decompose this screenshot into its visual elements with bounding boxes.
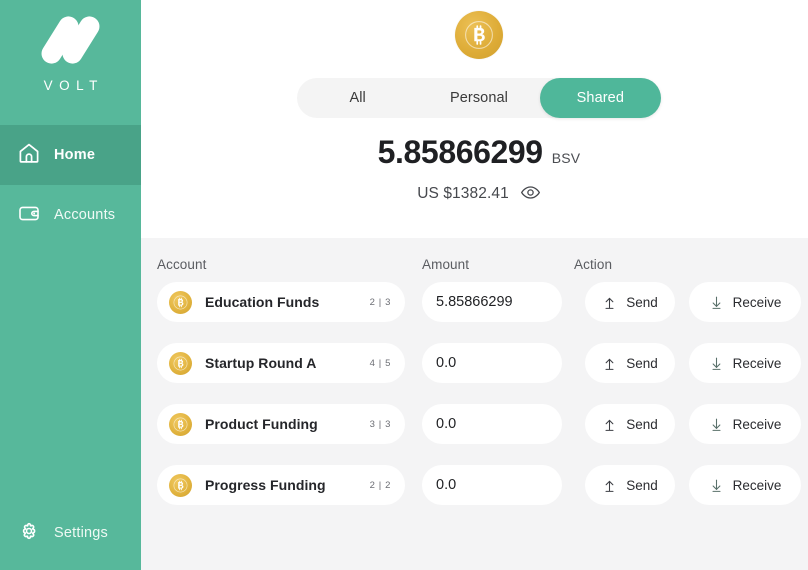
arrow-down-receive-icon — [709, 295, 724, 310]
arrow-up-send-icon — [602, 417, 617, 432]
sidebar-item-accounts[interactable]: Accounts — [0, 185, 141, 245]
account-chip[interactable]: Startup Round A 4 | 5 — [157, 343, 405, 383]
arrow-up-send-icon — [602, 478, 617, 493]
account-name: Education Funds — [205, 294, 320, 310]
account-chip[interactable]: Education Funds 2 | 3 — [157, 282, 405, 322]
brand: VOLT — [0, 0, 141, 93]
sidebar-item-accounts-label: Accounts — [54, 207, 116, 223]
gear-icon — [17, 519, 41, 548]
account-signers-badge: 2 | 2 — [369, 479, 391, 491]
bitcoin-coin-icon — [169, 412, 192, 436]
volt-slashes-icon — [32, 12, 110, 68]
receive-button[interactable]: Receive — [689, 465, 801, 505]
send-label: Send — [626, 294, 658, 310]
app-window: VOLT Home Accounts Settings All Personal… — [0, 0, 808, 570]
amount-field[interactable]: 0.0 — [422, 404, 562, 444]
total-balance: 5.85866299 BSV — [378, 134, 581, 171]
account-signers-badge: 4 | 5 — [369, 357, 391, 369]
account-signers-badge: 2 | 3 — [369, 296, 391, 308]
send-button[interactable]: Send — [585, 465, 675, 505]
wallet-icon — [17, 201, 41, 230]
column-header-amount: Amount — [422, 256, 470, 272]
brand-wordmark: VOLT — [43, 78, 104, 93]
account-chip[interactable]: Product Funding 3 | 3 — [157, 404, 405, 444]
receive-button[interactable]: Receive — [689, 282, 801, 322]
receive-label: Receive — [732, 294, 782, 310]
amount-field[interactable]: 0.0 — [422, 465, 562, 505]
account-chip[interactable]: Progress Funding 2 | 2 — [157, 465, 405, 505]
send-label: Send — [626, 416, 658, 432]
sidebar-item-home[interactable]: Home — [0, 125, 141, 185]
table-row: Product Funding 3 | 3 0.0 Send Receive — [157, 404, 801, 444]
sidebar-item-settings[interactable]: Settings — [0, 504, 141, 562]
table-row: Progress Funding 2 | 2 0.0 Send Receive — [157, 465, 801, 505]
toggle-balance-visibility-button[interactable] — [520, 182, 541, 206]
balance-unit: BSV — [551, 150, 581, 166]
tab-shared[interactable]: Shared — [539, 78, 661, 118]
account-name: Progress Funding — [205, 477, 326, 493]
receive-label: Receive — [732, 416, 782, 432]
home-icon — [17, 141, 41, 170]
bitcoin-coin-icon — [455, 11, 503, 59]
account-signers-badge: 3 | 3 — [369, 418, 391, 430]
account-scope-tabs[interactable]: All Personal Shared — [297, 78, 661, 118]
send-button[interactable]: Send — [585, 343, 675, 383]
account-name: Product Funding — [205, 416, 318, 432]
sidebar-item-settings-label: Settings — [54, 525, 108, 541]
tab-all[interactable]: All — [297, 78, 418, 118]
wallet-hero: All Personal Shared 5.85866299 BSV US $1… — [141, 0, 808, 238]
arrow-down-receive-icon — [709, 356, 724, 371]
receive-button[interactable]: Receive — [689, 343, 801, 383]
receive-button[interactable]: Receive — [689, 404, 801, 444]
sidebar-flex-spacer — [0, 245, 141, 504]
bitcoin-coin-icon — [169, 473, 192, 497]
fiat-amount: US $1382.41 — [417, 185, 509, 202]
amount-field[interactable]: 5.85866299 — [422, 282, 562, 322]
sidebar-nav: Home Accounts — [0, 125, 141, 245]
table-row: Education Funds 2 | 3 5.85866299 Send Re… — [157, 282, 801, 322]
amount-field[interactable]: 0.0 — [422, 343, 562, 383]
column-header-account: Account — [157, 256, 207, 272]
tab-personal[interactable]: Personal — [418, 78, 539, 118]
main-content: All Personal Shared 5.85866299 BSV US $1… — [141, 0, 808, 570]
receive-label: Receive — [732, 477, 782, 493]
column-header-action: Action — [574, 256, 613, 272]
receive-label: Receive — [732, 355, 782, 371]
arrow-down-receive-icon — [709, 417, 724, 432]
send-label: Send — [626, 477, 658, 493]
arrow-up-send-icon — [602, 356, 617, 371]
send-button[interactable]: Send — [585, 404, 675, 444]
sidebar: VOLT Home Accounts Settings — [0, 0, 141, 570]
send-button[interactable]: Send — [585, 282, 675, 322]
arrow-down-receive-icon — [709, 478, 724, 493]
sidebar-item-home-label: Home — [54, 147, 96, 163]
arrow-up-send-icon — [602, 295, 617, 310]
account-name: Startup Round A — [205, 355, 317, 371]
balance-amount: 5.85866299 — [377, 134, 543, 170]
send-label: Send — [626, 355, 658, 371]
accounts-table: Account Amount Action Education Funds 2 … — [141, 238, 808, 570]
bitcoin-coin-icon — [169, 290, 192, 314]
table-header-row: Account Amount Action — [157, 238, 801, 282]
table-row: Startup Round A 4 | 5 0.0 Send Receive — [157, 343, 801, 383]
eye-icon — [520, 182, 541, 206]
fiat-balance: US $1382.41 — [417, 182, 541, 206]
bitcoin-coin-icon — [169, 351, 192, 375]
